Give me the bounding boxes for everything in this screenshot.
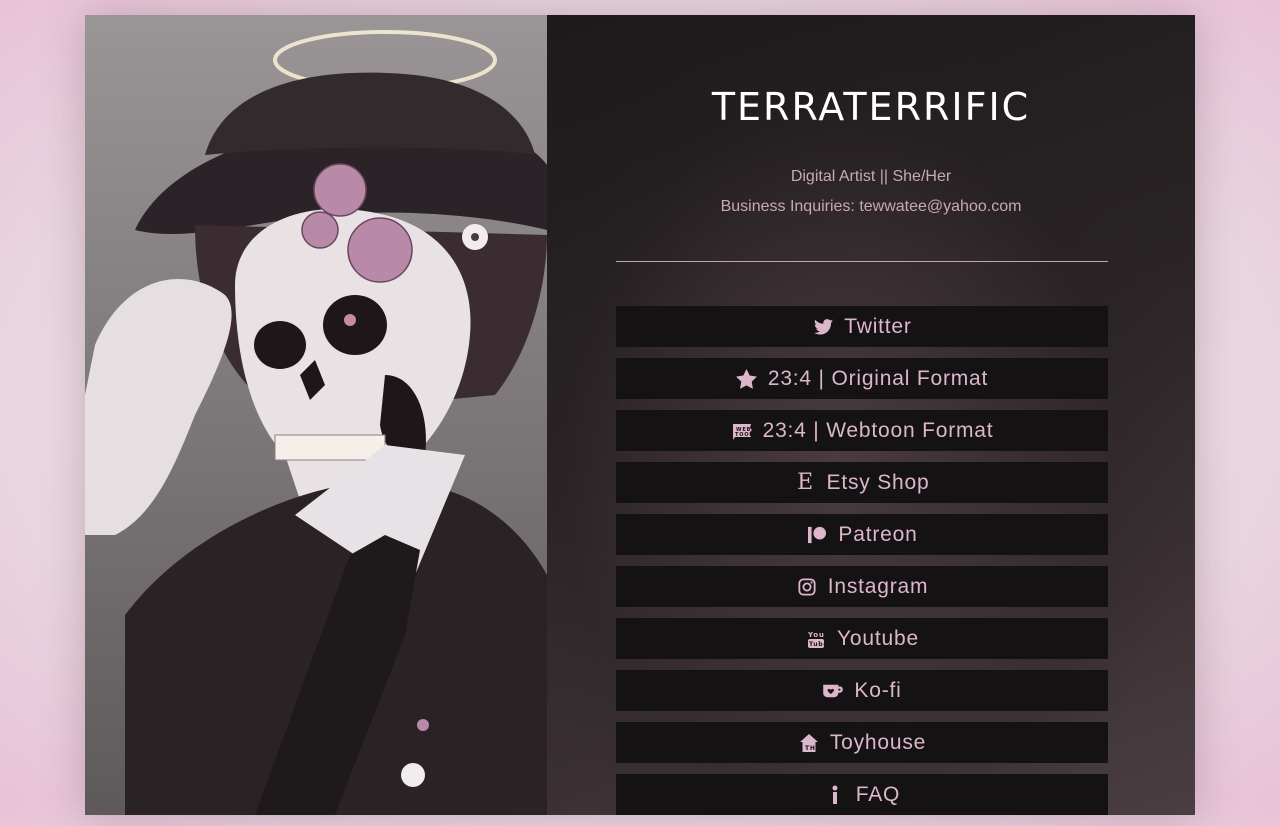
link-button-toyhouse[interactable]: TH Toyhouse (616, 722, 1108, 763)
link-button-etsy-shop[interactable]: E Etsy Shop (616, 462, 1108, 503)
link-label: Youtube (837, 626, 919, 650)
info-icon (824, 784, 846, 806)
kofi-icon (822, 680, 844, 702)
link-label: Twitter (844, 314, 912, 338)
star-icon (736, 368, 758, 390)
svg-text:TOON: TOON (735, 432, 753, 438)
skeleton-illustration (85, 15, 547, 815)
profile-artwork (85, 15, 547, 815)
link-button-original-format[interactable]: 23:4 | Original Format (616, 358, 1108, 399)
link-label: Instagram (827, 574, 929, 598)
link-label: Patreon (838, 522, 918, 546)
business-contact: Business Inquiries: tewwatee@yahoo.com (720, 198, 1022, 215)
link-label: 23:4 | Original Format (767, 366, 989, 390)
link-label: Ko-fi (854, 678, 902, 702)
link-button-twitter[interactable]: Twitter (616, 306, 1108, 347)
link-button-webtoon-format[interactable]: WEB TOON 23:4 | Webtoon Format (616, 410, 1108, 451)
svg-text:TH: TH (805, 745, 816, 752)
link-button-patreon[interactable]: Patreon (616, 514, 1108, 555)
twitter-icon (812, 316, 834, 338)
profile-name: TERRATERRIFIC (711, 85, 1031, 129)
patreon-icon (806, 524, 828, 546)
instagram-icon (796, 576, 818, 598)
link-label: Toyhouse (829, 730, 927, 754)
link-button-instagram[interactable]: Instagram (616, 566, 1108, 607)
profile-card: TERRATERRIFIC Digital Artist || She/Her … (85, 15, 1195, 815)
link-button-youtube[interactable]: You Tube Youtube (616, 618, 1108, 659)
profile-panel: TERRATERRIFIC Digital Artist || She/Her … (547, 15, 1195, 815)
svg-text:Tube: Tube (809, 641, 825, 648)
toyhouse-icon: TH (798, 732, 820, 754)
link-label: FAQ (855, 782, 901, 806)
link-label: Etsy Shop (826, 470, 930, 494)
link-button-kofi[interactable]: Ko-fi (616, 670, 1108, 711)
youtube-icon: You Tube (805, 628, 827, 650)
link-button-faq[interactable]: FAQ (616, 774, 1108, 815)
svg-text:You: You (807, 631, 825, 639)
section-divider (616, 261, 1108, 262)
etsy-icon: E (797, 469, 814, 495)
link-list: Twitter 23:4 | Original Format WEB TOON 2… (616, 306, 1108, 826)
profile-tagline: Digital Artist || She/Her (790, 168, 952, 185)
webtoon-icon: WEB TOON (731, 420, 753, 442)
link-label: 23:4 | Webtoon Format (762, 418, 994, 442)
